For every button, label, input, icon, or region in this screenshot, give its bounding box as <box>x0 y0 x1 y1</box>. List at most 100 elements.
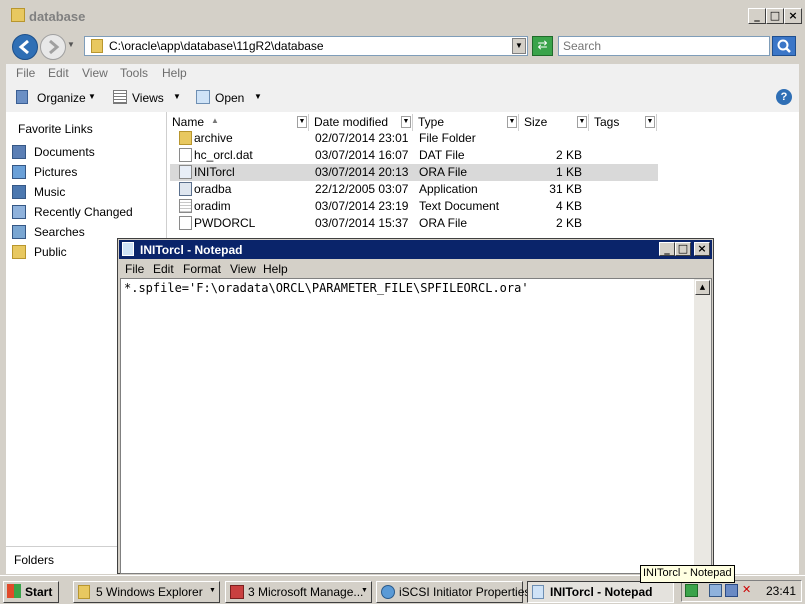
notepad-vertical-scrollbar[interactable]: ▲ <box>694 279 711 573</box>
column-filter-dropdown[interactable]: ▼ <box>645 116 655 128</box>
file-date: 03/07/2014 23:19 <box>315 199 409 213</box>
notepad-menu-file[interactable]: File <box>125 262 144 276</box>
back-button[interactable] <box>12 34 38 60</box>
menu-view[interactable]: View <box>82 66 108 80</box>
notepad-menu-help[interactable]: Help <box>263 262 288 276</box>
notepad-window: INITorcl - Notepad _ □ × File Edit Forma… <box>117 238 714 574</box>
file-type: ORA File <box>419 165 468 179</box>
minimize-button[interactable]: _ <box>748 8 766 24</box>
notepad-close-button[interactable]: × <box>694 242 710 256</box>
file-name: oradim <box>194 199 231 213</box>
views-button[interactable]: Views ▼ <box>113 89 187 107</box>
notepad-minimize-button[interactable]: _ <box>659 242 675 256</box>
refresh-button[interactable]: ⇄ <box>532 36 553 56</box>
file-row-initorcl[interactable]: INITorcl 03/07/2014 20:13 ORA File 1 KB <box>170 164 658 181</box>
nav-item-recently-changed[interactable]: Recently Changed <box>12 204 162 222</box>
column-filter-dropdown[interactable]: ▼ <box>297 116 307 128</box>
column-filter-dropdown[interactable]: ▼ <box>401 116 411 128</box>
column-header-size[interactable]: Size ▼ <box>519 114 589 131</box>
file-icon <box>179 148 192 162</box>
folder-icon <box>78 585 90 599</box>
tray-volume-muted-icon[interactable]: ✕ <box>742 584 755 597</box>
menu-help[interactable]: Help <box>162 66 187 80</box>
iscsi-globe-icon <box>381 585 395 599</box>
notepad-maximize-button[interactable]: □ <box>675 242 691 256</box>
nav-item-music[interactable]: Music <box>12 184 162 202</box>
explorer-titlebar[interactable]: database _ □ × <box>0 0 805 28</box>
file-row-oradba[interactable]: oradba 22/12/2005 03:07 Application 31 K… <box>170 181 658 198</box>
start-button[interactable]: Start <box>3 581 59 603</box>
scroll-up-button[interactable]: ▲ <box>695 280 710 295</box>
taskbar: Start 5 Windows Explorer ▼ 3 Microsoft M… <box>0 565 805 604</box>
file-name: archive <box>194 131 233 145</box>
column-header-date[interactable]: Date modified ▼ <box>309 114 413 131</box>
file-type: File Folder <box>419 131 476 145</box>
folder-icon <box>11 8 25 22</box>
forward-button[interactable] <box>40 34 66 60</box>
taskbar-microsoft-management[interactable]: 3 Microsoft Manage... ▼ <box>225 581 372 603</box>
tray-power-icon[interactable] <box>709 584 722 597</box>
file-row-hc-orcl[interactable]: hc_orcl.dat 03/07/2014 16:07 DAT File 2 … <box>170 147 658 164</box>
address-bar[interactable]: C:\oracle\app\database\11gR2\database ▼ <box>84 36 528 56</box>
file-date: 03/07/2014 16:07 <box>315 148 409 162</box>
file-size: 2 KB <box>555 216 582 230</box>
taskbar-windows-explorer[interactable]: 5 Windows Explorer ▼ <box>73 581 220 603</box>
search-input[interactable] <box>561 38 765 54</box>
open-button[interactable]: Open ▼ <box>196 89 268 107</box>
address-folder-icon <box>91 39 103 53</box>
explorer-menubar: File Edit View Tools Help <box>6 64 799 85</box>
file-name: PWDORCL <box>194 216 256 230</box>
address-dropdown-button[interactable]: ▼ <box>512 38 526 54</box>
menu-tools[interactable]: Tools <box>120 66 148 80</box>
public-folder-icon <box>12 245 26 259</box>
tray-network-icon[interactable] <box>725 584 738 597</box>
notepad-text-area[interactable]: *.spfile='F:\oradata\ORCL\PARAMETER_FILE… <box>120 278 712 574</box>
column-filter-dropdown[interactable]: ▼ <box>577 116 587 128</box>
column-filter-dropdown[interactable]: ▼ <box>507 116 517 128</box>
notepad-menu-format[interactable]: Format <box>183 262 221 276</box>
clock[interactable]: 23:41 <box>766 584 796 598</box>
chevron-down-icon: ▼ <box>173 92 181 101</box>
tooltip-text: INITorcl - Notepad <box>643 567 732 579</box>
notepad-titlebar[interactable]: INITorcl - Notepad _ □ × <box>119 240 712 259</box>
views-icon <box>113 90 127 104</box>
back-arrow-icon <box>18 39 29 55</box>
menu-edit[interactable]: Edit <box>48 66 69 80</box>
file-type: DAT File <box>419 148 465 162</box>
documents-icon <box>12 145 26 159</box>
nav-item-pictures[interactable]: Pictures <box>12 164 162 182</box>
file-icon <box>179 165 192 179</box>
management-console-icon <box>230 585 244 599</box>
notepad-menu-view[interactable]: View <box>230 262 256 276</box>
search-button[interactable] <box>772 36 796 56</box>
favorite-links-title: Favorite Links <box>18 122 93 136</box>
history-dropdown-icon[interactable]: ▼ <box>67 40 75 49</box>
organize-button[interactable]: Organize ▼ <box>16 89 100 107</box>
search-icon <box>777 39 791 53</box>
column-header-name[interactable]: Name ▲ ▼ <box>167 114 309 131</box>
tray-app-icon[interactable] <box>685 584 698 597</box>
start-label: Start <box>25 585 53 599</box>
file-row-oradim[interactable]: oradim 03/07/2014 23:19 Text Document 4 … <box>170 198 658 215</box>
file-name: hc_orcl.dat <box>194 148 253 162</box>
address-toolbar: ▼ C:\oracle\app\database\11gR2\database … <box>6 34 799 62</box>
maximize-button[interactable]: □ <box>766 8 784 24</box>
file-size: 4 KB <box>555 199 582 213</box>
taskbar-notepad[interactable]: INITorcl - Notepad <box>527 581 674 603</box>
notepad-menu-edit[interactable]: Edit <box>153 262 174 276</box>
taskbar-iscsi-initiator[interactable]: iSCSI Initiator Properties <box>376 581 530 603</box>
notepad-menubar: File Edit Format View Help <box>120 260 711 278</box>
close-button[interactable]: × <box>784 8 802 24</box>
menu-file[interactable]: File <box>16 66 35 80</box>
file-name: oradba <box>194 182 232 196</box>
column-header-tags[interactable]: Tags ▼ <box>589 114 657 131</box>
column-header-type[interactable]: Type ▼ <box>413 114 519 131</box>
chevron-down-icon: ▼ <box>209 587 216 594</box>
file-row-pwdorcl[interactable]: PWDORCL 03/07/2014 15:37 ORA File 2 KB <box>170 215 658 232</box>
sort-ascending-icon: ▲ <box>211 116 219 125</box>
help-icon[interactable]: ? <box>776 89 792 105</box>
system-tray: ✕ 23:41 <box>681 580 802 602</box>
file-row-archive[interactable]: archive 02/07/2014 23:01 File Folder <box>170 130 658 147</box>
search-box[interactable] <box>558 36 770 56</box>
nav-item-documents[interactable]: Documents <box>12 144 162 162</box>
